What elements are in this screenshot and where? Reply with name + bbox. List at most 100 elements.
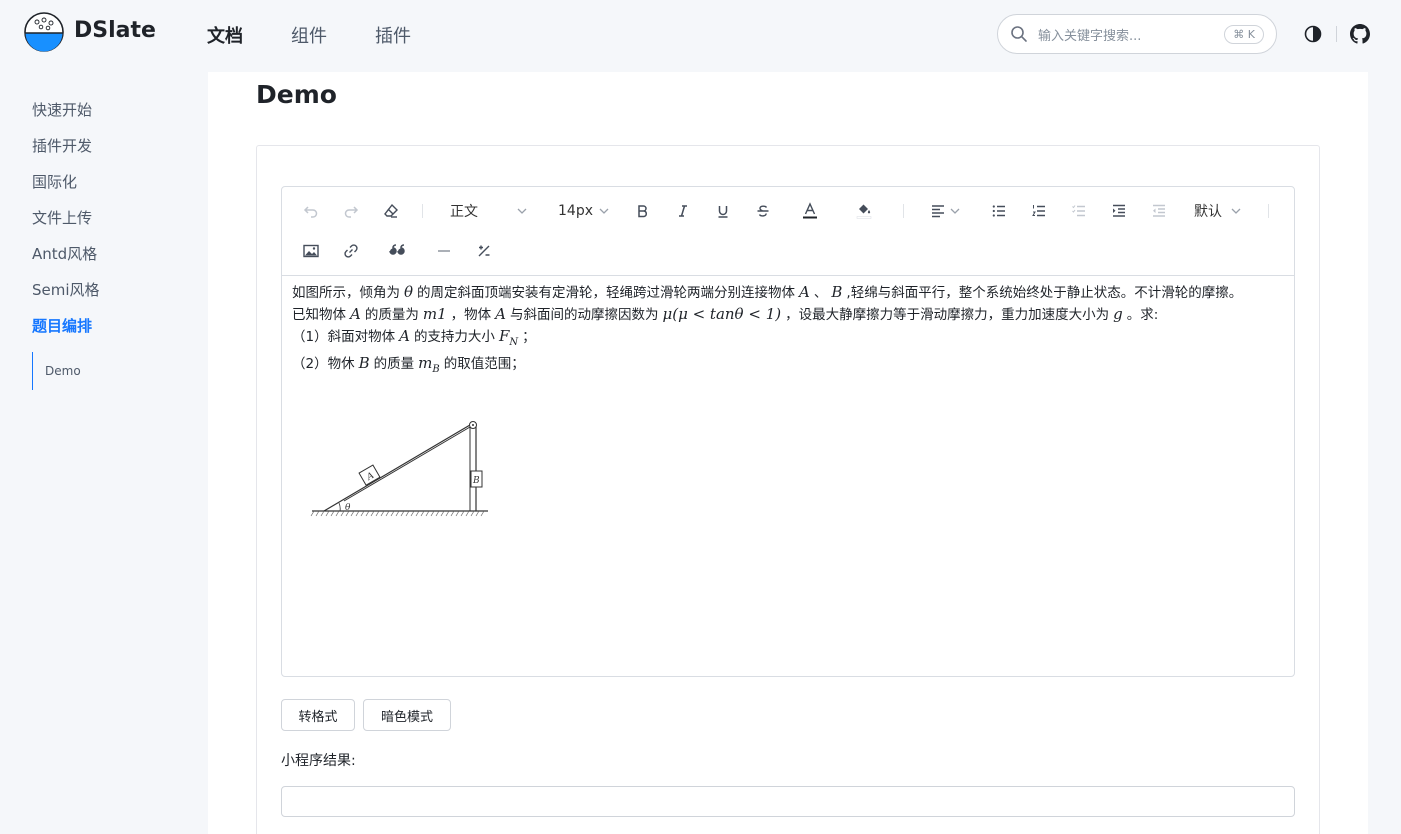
formula-icon[interactable] xyxy=(473,241,495,261)
toolbar-divider xyxy=(422,204,423,218)
incline-pulley-figure[interactable]: A B θ xyxy=(310,419,490,523)
line-height-select[interactable]: 默认 xyxy=(1194,200,1242,222)
sidebar-item-quick-start[interactable]: 快速开始 xyxy=(32,96,192,132)
toolbar-divider xyxy=(1268,204,1269,218)
math-symbol-base: F xyxy=(498,327,510,345)
text-segment: ； xyxy=(522,329,536,345)
convert-format-button[interactable]: 转格式 xyxy=(281,699,355,731)
font-size-select[interactable]: 14px xyxy=(558,200,610,222)
nav-docs[interactable]: 文档 xyxy=(207,22,243,48)
redo-icon[interactable] xyxy=(340,201,362,221)
chevron-down-icon xyxy=(517,208,527,214)
divider-line-icon[interactable] xyxy=(433,241,455,261)
math-symbol: m1 xyxy=(422,305,447,323)
math-symbol: B xyxy=(358,354,370,372)
search-input[interactable]: 输入关键字搜索... ⌘ K xyxy=(997,14,1277,54)
font-size-select-value: 14px xyxy=(558,203,593,219)
undo-icon[interactable] xyxy=(300,201,322,221)
bulleted-list-icon[interactable] xyxy=(988,201,1010,221)
text-segment: 的周定斜面顶端安装有定滑轮，轻绳跨过滑轮两端分别连接物体 xyxy=(417,285,796,301)
line-height-select-value: 默认 xyxy=(1194,204,1222,220)
math-symbol: FN xyxy=(498,327,519,348)
question-line-2: 已知物体 A 的质量为 m1 ，物体 A 与斜面间的动摩擦因数为 μ(μ < tanθ < 1… xyxy=(292,304,1284,326)
text-segment: 的取值范围； xyxy=(443,356,525,372)
link-icon[interactable] xyxy=(340,241,362,261)
math-subscript: N xyxy=(509,337,519,348)
text-segment: 的质量为 xyxy=(364,307,419,323)
font-color-icon[interactable] xyxy=(798,199,822,223)
todo-list-icon[interactable] xyxy=(1068,201,1090,221)
text-segment: 与斜面间的动摩擦因数为 xyxy=(509,307,659,323)
chevron-down-icon xyxy=(599,208,609,214)
underline-icon[interactable] xyxy=(712,201,734,221)
text-segment: （1）斜面对物体 xyxy=(292,329,396,345)
search-shortcut-badge: ⌘ K xyxy=(1224,24,1264,44)
nav-plugins[interactable]: 插件 xyxy=(375,22,411,48)
math-symbol: A xyxy=(495,305,506,323)
text-segment: 、 xyxy=(813,285,828,301)
text-segment: ，物体 xyxy=(450,307,492,323)
numbered-list-icon[interactable] xyxy=(1028,201,1050,221)
paragraph-select-value: 正文 xyxy=(450,204,478,220)
chevron-down-icon xyxy=(950,208,960,214)
math-symbol: A xyxy=(350,305,361,323)
search-placeholder: 输入关键字搜索... xyxy=(1038,28,1142,44)
editor-toolbar: 正文 14px 默认 xyxy=(282,187,1294,276)
header-divider xyxy=(1336,26,1337,42)
italic-icon[interactable] xyxy=(672,201,694,221)
align-select[interactable] xyxy=(928,201,964,221)
brand-name[interactable]: DSlate xyxy=(74,18,156,43)
logo-icon[interactable] xyxy=(24,12,64,52)
image-icon[interactable] xyxy=(300,241,322,261)
align-left-icon xyxy=(932,205,944,218)
text-segment: ，设最大静摩擦力等于滑动摩擦力，重力加速度大小为 xyxy=(785,307,1110,323)
page-title: Demo xyxy=(256,80,337,109)
math-symbol: mB xyxy=(418,354,440,375)
sidebar-item-antd-style[interactable]: Antd风格 xyxy=(32,240,192,276)
background-color-icon[interactable] xyxy=(852,199,876,223)
text-segment: 已知物体 xyxy=(292,307,346,323)
math-symbol: θ xyxy=(404,283,414,301)
top-nav: 文档 组件 插件 xyxy=(207,22,411,48)
math-subscript: B xyxy=(432,364,440,375)
text-segment: 如图所示，倾角为 xyxy=(292,285,400,301)
indent-decrease-icon[interactable] xyxy=(1148,201,1170,221)
top-header: DSlate 文档 组件 插件 输入关键字搜索... ⌘ K xyxy=(0,0,1401,72)
math-symbol: A xyxy=(799,283,810,301)
sidebar-item-semi-style[interactable]: Semi风格 xyxy=(32,276,192,312)
main-content: Demo 正文 14px 默认 如图所示，倾角为 θ 的周定斜面顶端安装有定滑轮… xyxy=(208,72,1368,834)
demo-card: 正文 14px 默认 如图所示，倾角为 θ 的周定斜面顶端安装有定滑轮，轻绳跨过… xyxy=(256,145,1320,834)
question-line-1: 如图所示，倾角为 θ 的周定斜面顶端安装有定滑轮，轻绳跨过滑轮两端分别连接物体 A、 B… xyxy=(292,282,1284,304)
math-symbol-base: m xyxy=(418,354,433,372)
sidebar-subitem-demo[interactable]: Demo xyxy=(32,352,192,390)
dark-mode-button[interactable]: 暗色模式 xyxy=(363,699,451,731)
figure-label-b: B xyxy=(472,476,480,486)
github-icon[interactable] xyxy=(1350,24,1370,44)
blockquote-icon[interactable] xyxy=(386,241,408,261)
sidebar-item-plugin-dev[interactable]: 插件开发 xyxy=(32,132,192,168)
bold-icon[interactable] xyxy=(632,201,654,221)
editor-content-area[interactable]: 如图所示，倾角为 θ 的周定斜面顶端安装有定滑轮，轻绳跨过滑轮两端分别连接物体 A、 B… xyxy=(282,276,1294,386)
miniprogram-result-box xyxy=(281,786,1295,817)
chevron-down-icon xyxy=(1231,208,1241,214)
paragraph-select[interactable]: 正文 xyxy=(450,200,528,222)
indent-increase-icon[interactable] xyxy=(1108,201,1130,221)
sidebar-item-question-layout[interactable]: 题目编排 xyxy=(32,312,192,348)
math-formula: μ(μ < tanθ < 1) xyxy=(662,305,782,323)
question-line-4: （2）物休 B 的质量 mB 的取值范围； xyxy=(292,353,1284,380)
text-segment: 。求: xyxy=(1126,307,1159,323)
math-symbol: g xyxy=(1113,305,1123,323)
sidebar-subitem-label: Demo xyxy=(45,364,81,378)
strikethrough-icon[interactable] xyxy=(752,201,774,221)
text-segment: （2）物休 xyxy=(292,356,355,372)
theme-toggle-icon[interactable] xyxy=(1303,24,1323,44)
rich-text-editor: 正文 14px 默认 如图所示，倾角为 θ 的周定斜面顶端安装有定滑轮，轻绳跨过… xyxy=(281,186,1295,677)
nav-components[interactable]: 组件 xyxy=(291,22,327,48)
math-symbol: A xyxy=(399,327,410,345)
text-segment: ,轻绵与斜面平行，整个系统始终处于静止状态。不计滑轮的摩擦。 xyxy=(846,285,1243,301)
sidebar-item-i18n[interactable]: 国际化 xyxy=(32,168,192,204)
eraser-icon[interactable] xyxy=(380,201,402,221)
sidebar-item-file-upload[interactable]: 文件上传 xyxy=(32,204,192,240)
text-segment: 的质量 xyxy=(373,356,415,372)
search-icon xyxy=(1011,26,1027,42)
